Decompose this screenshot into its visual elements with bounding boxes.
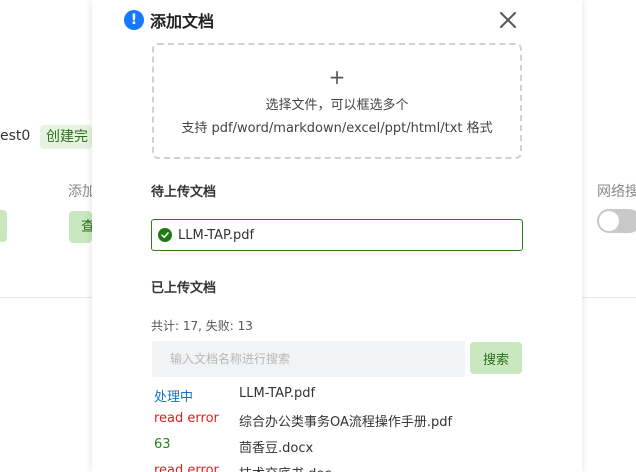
dialog-title: 添加文档 [150,12,215,31]
list-item[interactable]: 处理中 LLM-TAP.pdf [154,386,524,406]
info-icon: ! [124,10,144,30]
screen: est0 创建完 添加 查 网络搜 ! 添加文档 + 选择文件，可以框选多个 支… [0,0,636,472]
upload-formats: 支持 pdf/word/markdown/excel/ppt/html/txt … [181,121,493,136]
web-search-toggle[interactable] [597,209,636,233]
view-button[interactable]: 查 [69,211,92,243]
project-name-fragment: est0 [0,128,31,144]
file-status: read error [154,411,219,426]
bg-left-button[interactable] [0,210,7,242]
pending-file-name: LLM-TAP.pdf [178,227,255,243]
upload-hint: 选择文件，可以框选多个 [265,98,409,113]
web-search-label: 网络搜 [597,184,636,200]
file-name: LLM-TAP.pdf [239,386,316,401]
toggle-knob [599,211,619,231]
status-badge: 创建完 [40,125,92,149]
close-icon[interactable] [496,8,520,32]
list-item[interactable]: read error 综合办公类事务OA流程操作手册.pdf [154,411,524,431]
document-search-input[interactable] [152,341,465,377]
uploaded-section-title: 已上传文档 [151,281,217,296]
file-name: 茴香豆.docx [239,441,314,456]
dialog-header: ! 添加文档 [124,8,214,32]
pending-section-title: 待上传文档 [151,185,217,200]
check-circle-icon [158,228,172,242]
upload-dropzone[interactable]: + 选择文件，可以框选多个 支持 pdf/word/markdown/excel… [152,43,522,159]
file-name: 综合办公类事务OA流程操作手册.pdf [239,415,453,430]
file-status: read error [154,463,219,472]
file-status: 处理中 [154,390,194,405]
add-document-dialog: ! 添加文档 + 选择文件，可以框选多个 支持 pdf/word/markdow… [92,0,582,472]
file-name: 技术交底书.doc [239,463,332,472]
file-status: 63 [154,437,171,452]
pending-file-item[interactable]: LLM-TAP.pdf [151,219,523,251]
list-item[interactable]: read error 技术交底书.doc [154,463,524,472]
list-item[interactable]: 63 茴香豆.docx [154,437,524,457]
upload-stats: 共计: 17, 失败: 13 [151,319,253,333]
plus-icon: + [328,65,346,89]
search-button[interactable]: 搜索 [470,342,522,374]
